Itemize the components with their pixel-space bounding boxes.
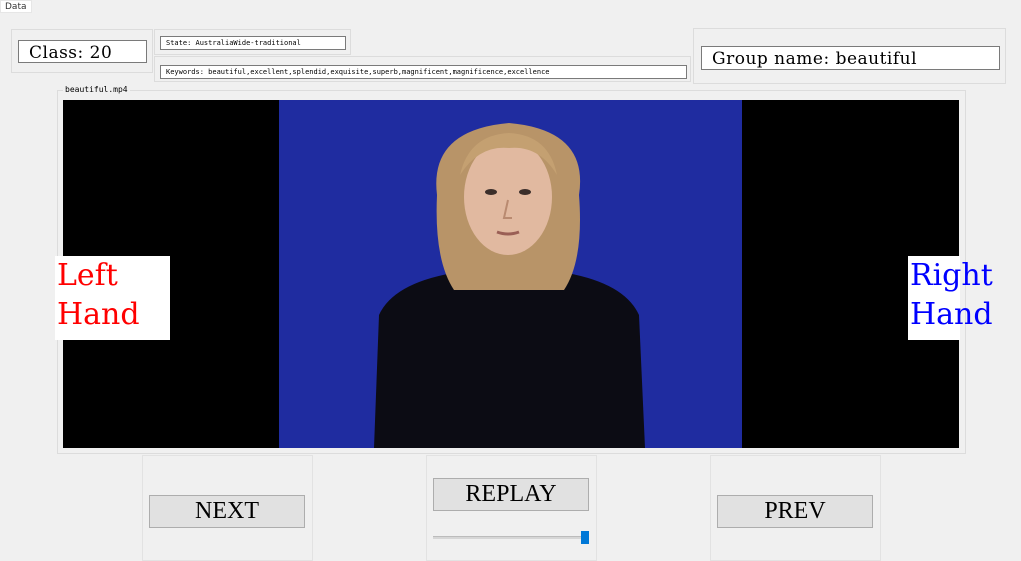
next-button[interactable]: NEXT [149, 495, 305, 528]
class-panel: Class: 20 [11, 29, 153, 73]
keywords-field[interactable]: Keywords: beautiful,excellent,splendid,e… [160, 65, 687, 79]
video-player[interactable] [63, 100, 959, 448]
class-field[interactable]: Class: 20 [18, 40, 147, 63]
prev-button[interactable]: PREV [717, 495, 873, 528]
window-title: Data [0, 0, 32, 13]
replay-button[interactable]: REPLAY [433, 478, 589, 511]
keywords-panel: Keywords: beautiful,excellent,splendid,e… [154, 56, 691, 82]
signer-figure [374, 123, 645, 448]
video-filename: beautiful.mp4 [63, 85, 130, 94]
group-name-field[interactable]: Group name: beautiful [701, 46, 1000, 70]
left-hand-label: Left Hand [55, 256, 170, 340]
progress-slider-thumb[interactable] [581, 531, 589, 544]
group-panel: Group name: beautiful [693, 28, 1006, 84]
right-hand-label: Right Hand [908, 256, 993, 340]
state-field[interactable]: State: AustraliaWide-traditional [160, 36, 346, 50]
progress-slider[interactable] [433, 536, 589, 539]
state-panel: State: AustraliaWide-traditional [154, 29, 351, 55]
video-frame [279, 100, 742, 448]
